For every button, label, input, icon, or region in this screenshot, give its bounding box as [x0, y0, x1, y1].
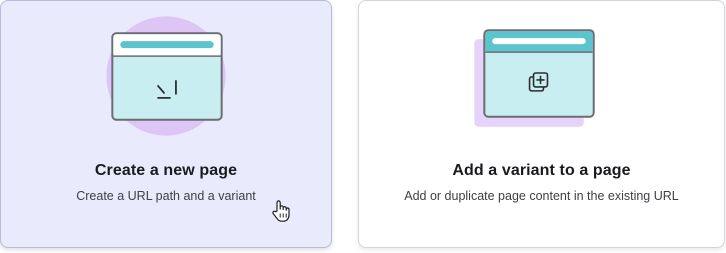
create-new-page-card[interactable]: Create a new page Create a URL path and …: [0, 0, 332, 248]
card-description: Add or duplicate page content in the exi…: [404, 189, 679, 203]
add-variant-illustration: [474, 29, 595, 127]
card-title: Create a new page: [94, 162, 238, 179]
card-title: Add a variant to a page: [452, 162, 631, 179]
new-page-illustration: [106, 16, 226, 136]
add-variant-card[interactable]: Add a variant to a page Add or duplicate…: [358, 0, 725, 248]
pointer-hand-cursor-icon: [272, 200, 290, 222]
